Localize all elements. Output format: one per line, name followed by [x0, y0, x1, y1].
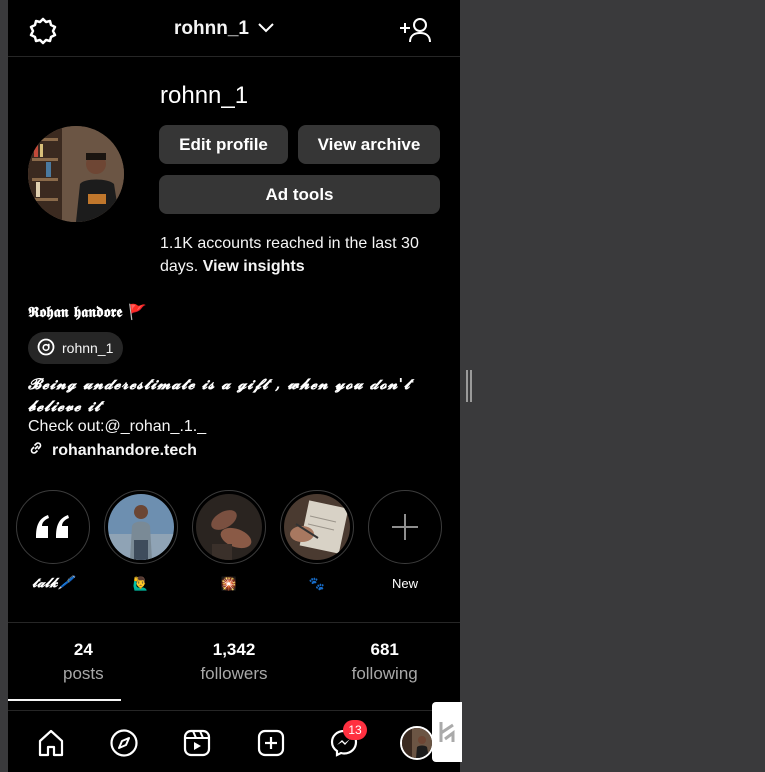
highlight-ring — [16, 490, 90, 564]
flag-emoji: 🚩 — [128, 303, 147, 321]
profile-nav-avatar[interactable] — [400, 726, 434, 760]
grip-line — [470, 370, 472, 402]
highlight-label: 𝓽𝓪𝓵𝓴🖊️ — [32, 576, 74, 591]
divider — [8, 622, 460, 623]
highlight-label: New — [391, 576, 418, 591]
posts-count[interactable]: 24 posts — [8, 640, 159, 690]
display-name-text: 𝕽𝖔𝖍𝖆𝖓 𝖍𝖆𝖓𝖉𝖔𝖗𝖊 — [28, 303, 123, 321]
threads-badge[interactable]: rohnn_1 — [28, 332, 124, 364]
display-name: 𝕽𝖔𝖍𝖆𝖓 𝖍𝖆𝖓𝖉𝖔𝖗𝖊 🚩 — [28, 303, 147, 321]
account-switcher[interactable]: rohnn_1 — [174, 18, 275, 40]
header-username: rohnn_1 — [174, 18, 249, 39]
edit-profile-button[interactable]: Edit profile — [159, 125, 288, 164]
view-archive-button[interactable]: View archive — [298, 125, 440, 164]
highlight-hands[interactable]: 🎇 — [190, 490, 268, 592]
highlight-ring — [280, 490, 354, 564]
top-bar: rohnn_1 — [8, 0, 460, 57]
grip-line — [466, 370, 468, 402]
highlight-ring — [104, 490, 178, 564]
explore-icon[interactable] — [107, 726, 141, 760]
reels-icon[interactable] — [180, 726, 214, 760]
messages-badge: 13 — [343, 720, 367, 740]
highlight-portrait-image — [108, 494, 174, 560]
profile-username: rohnn_1 — [160, 82, 249, 109]
home-icon[interactable] — [34, 726, 68, 760]
active-tab-indicator — [8, 699, 121, 701]
threads-handle: rohnn_1 — [62, 340, 114, 356]
posts-label: posts — [63, 664, 104, 683]
panel-resize-handle[interactable] — [466, 370, 472, 402]
insights-summary: 1.1K accounts reached in the last 30 day… — [160, 232, 450, 278]
highlight-talk[interactable]: 𝓽𝓪𝓵𝓴🖊️ — [14, 490, 92, 591]
left-gutter — [0, 0, 8, 772]
floating-extension-widget[interactable] — [432, 702, 462, 762]
add-user-icon[interactable] — [398, 16, 432, 44]
website-text: rohanhandore.tech — [52, 441, 197, 459]
screen: rohnn_1 rohnn_1 Edit profile View archiv… — [0, 0, 765, 772]
followers-count[interactable]: 1,342 followers — [159, 640, 310, 690]
view-insights-link[interactable]: View insights — [203, 258, 305, 275]
followers-number: 1,342 — [212, 640, 256, 659]
create-icon[interactable] — [254, 726, 288, 760]
bio-website-link[interactable]: rohanhandore.tech — [28, 440, 197, 461]
posts-number: 24 — [73, 640, 93, 659]
highlight-book-image — [284, 494, 350, 560]
following-number: 681 — [370, 640, 399, 659]
highlight-book[interactable]: 🐾 — [278, 490, 356, 592]
profile-stats: 24 posts 1,342 followers 681 following — [8, 640, 460, 690]
instagram-profile-view: rohnn_1 rohnn_1 Edit profile View archiv… — [8, 0, 460, 772]
highlight-label: 🐾 — [308, 576, 326, 591]
profile-avatar[interactable] — [28, 126, 124, 222]
highlight-ring — [192, 490, 266, 564]
following-label: following — [351, 664, 418, 683]
ad-tools-button[interactable]: Ad tools — [159, 175, 440, 214]
bottom-navigation: 13 — [8, 712, 460, 772]
followers-label: followers — [200, 664, 268, 683]
bio-mention: Check out:@_rohan_.1._ — [28, 418, 207, 435]
highlight-portrait[interactable]: 🙋‍♂️ — [102, 490, 180, 592]
highlight-label: 🙋‍♂️ — [132, 576, 150, 591]
highlight-new[interactable]: New — [366, 490, 444, 591]
divider — [8, 710, 460, 711]
chevron-down-icon — [257, 18, 275, 40]
threads-icon — [36, 337, 56, 360]
highlight-hands-image — [196, 494, 262, 560]
bio-quote: 𝓑𝓮𝓲𝓷𝓰 𝓾𝓷𝓭𝓮𝓻𝓮𝓼𝓽𝓲𝓶𝓪𝓽𝓮 𝓲𝓼 𝓪 𝓰𝓲𝓯𝓽 , 𝔀𝓱𝓮𝓷 𝔂𝓸𝓾… — [28, 375, 411, 415]
following-count[interactable]: 681 following — [309, 640, 460, 690]
highlight-ring — [368, 490, 442, 564]
plus-icon — [372, 494, 438, 560]
messenger-icon[interactable]: 13 — [327, 720, 367, 760]
link-icon — [28, 440, 44, 461]
story-highlights: 𝓽𝓪𝓵𝓴🖊️ 🙋‍♂️ — [8, 490, 460, 600]
gear-icon[interactable] — [28, 16, 58, 46]
highlight-label: 🎇 — [220, 576, 238, 591]
avatar — [400, 726, 434, 760]
quote-icon — [20, 494, 86, 560]
